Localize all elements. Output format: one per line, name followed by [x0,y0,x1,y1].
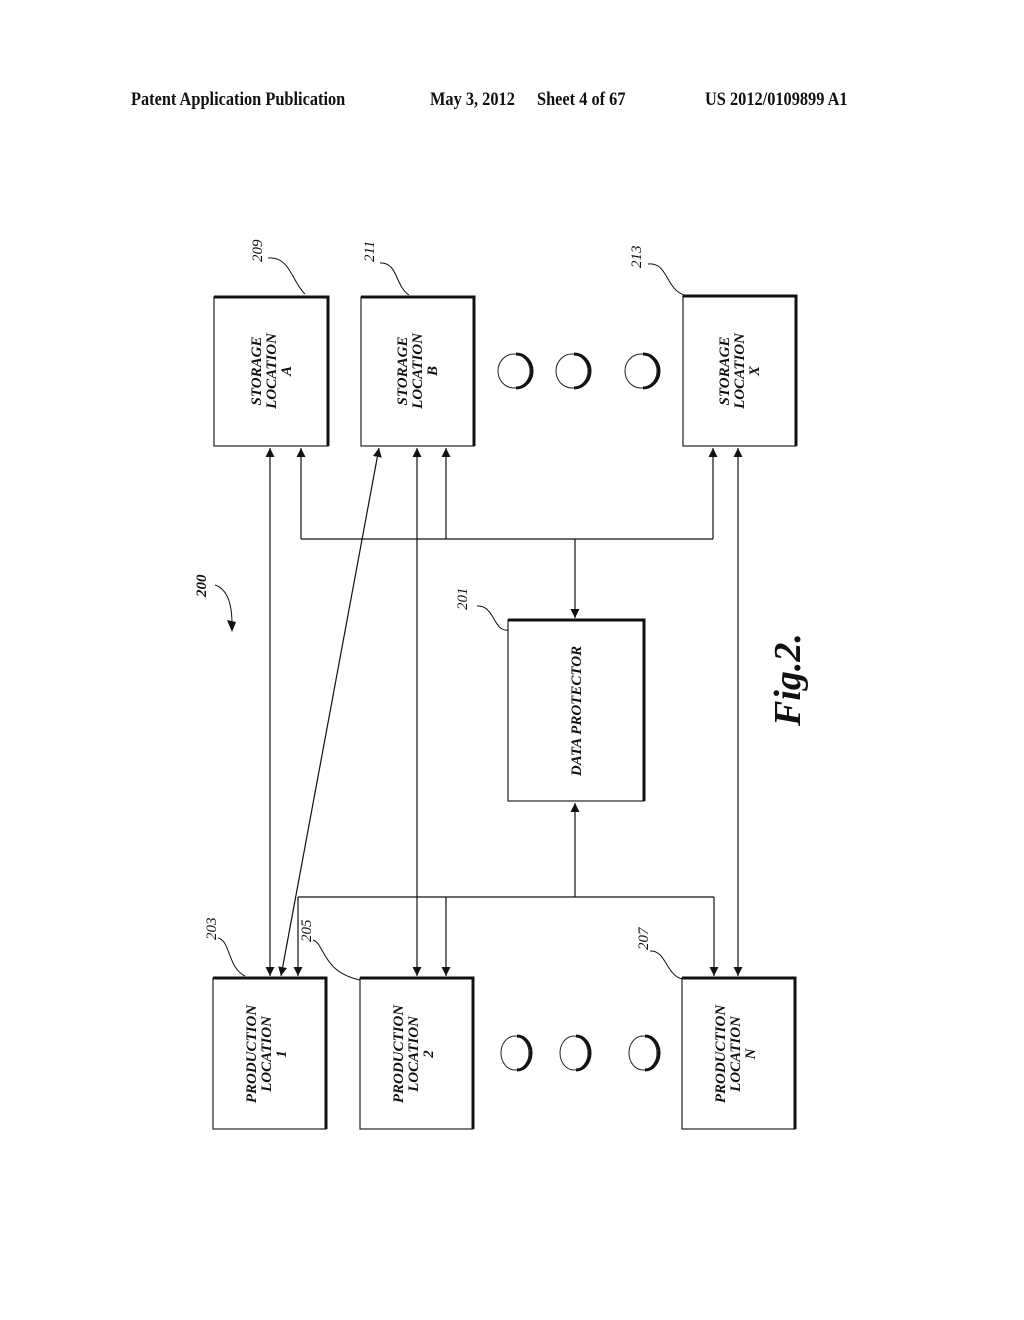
storage-b-label-line3: B [425,366,441,377]
storage-b-label-line2: LOCATION [410,332,426,410]
figure-label: Fig.2. [767,633,809,727]
storage-b-label-line1: STORAGE [395,337,411,406]
production-location-2-box: PRODUCTION LOCATION 2 [359,976,475,1130]
storage-x-label-line3: X [747,365,763,377]
ref-201: 201 [455,588,471,611]
production-n-label-line2: LOCATION [728,1015,744,1093]
storage-x-label-line2: LOCATION [732,332,748,410]
leader-207 [649,950,683,980]
production-2-label-line2: LOCATION [406,1015,422,1093]
leader-213 [647,263,685,296]
storage-x-label-line1: STORAGE [717,337,733,406]
storage-location-x-box: STORAGE LOCATION X [682,294,798,447]
ellipsis-dot [555,352,592,390]
ref-211: 211 [362,241,378,262]
storage-a-label-line2: LOCATION [264,332,280,410]
ellipsis-dot [559,1034,592,1072]
storage-ellipsis [497,352,661,390]
arrow-200-icon [227,620,236,632]
figure-diagram: STORAGE LOCATION A STORAGE LOCATION B ST… [194,239,809,1130]
leader-203 [217,937,246,977]
ref-209: 209 [250,239,266,262]
production-n-label-line1: PRODUCTION [713,1004,729,1104]
production-1-label-line1: PRODUCTION [244,1004,260,1104]
ref-207: 207 [636,926,652,950]
storage-location-b-box: STORAGE LOCATION B [360,295,476,447]
data-protector-box: DATA PROTECTOR [507,618,646,802]
ellipsis-dot [500,1034,533,1072]
production-location-n-box: PRODUCTION LOCATION N [681,976,797,1130]
ref-203: 203 [204,918,220,941]
ref-205: 205 [299,919,315,942]
production-1-label-line3: 1 [274,1050,290,1058]
leader-201 [476,605,509,631]
production-location-1-box: PRODUCTION LOCATION 1 [212,976,328,1130]
leader-211 [379,262,410,296]
ellipsis-dot [624,352,661,390]
production-1-label-line2: LOCATION [259,1015,275,1093]
production-ellipsis [500,1034,661,1072]
leader-205 [312,939,361,981]
storage-location-a-box: STORAGE LOCATION A [213,295,330,447]
ellipsis-dot [497,352,534,390]
leader-200 [214,584,233,625]
leader-209 [267,257,306,295]
data-protector-label: DATA PROTECTOR [569,646,585,777]
ref-200: 200 [194,574,210,598]
ref-213: 213 [629,246,645,269]
ellipsis-dot [628,1034,661,1072]
production-n-label-line3: N [743,1047,759,1060]
storage-a-label-line3: A [279,366,295,377]
production-2-label-line3: 2 [421,1050,437,1059]
storage-a-label-line1: STORAGE [249,337,265,406]
production-2-label-line1: PRODUCTION [391,1004,407,1104]
